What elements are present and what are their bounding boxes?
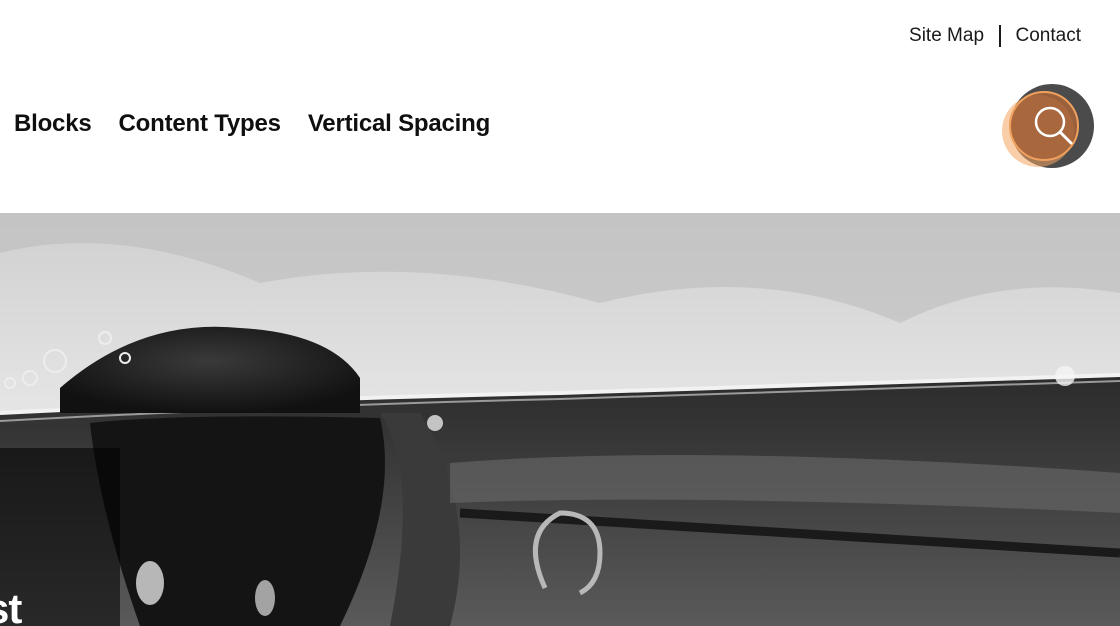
main-nav: Blocks Content Types Vertical Spacing [14,110,490,138]
site-map-link[interactable]: Site Map [909,25,984,47]
hero-title: st [0,585,22,626]
nav-item-content-types[interactable]: Content Types [119,110,281,138]
nav-item-blocks[interactable]: Blocks [14,110,92,138]
nav-item-vertical-spacing[interactable]: Vertical Spacing [308,110,490,138]
search-button[interactable] [1000,84,1096,170]
utility-nav: Site Map Contact [909,24,1081,48]
search-icon [1002,84,1094,168]
hero-image [0,213,1120,626]
utility-nav-divider [999,25,1001,47]
hero-banner: st [0,213,1120,626]
contact-link[interactable]: Contact [1016,25,1081,47]
